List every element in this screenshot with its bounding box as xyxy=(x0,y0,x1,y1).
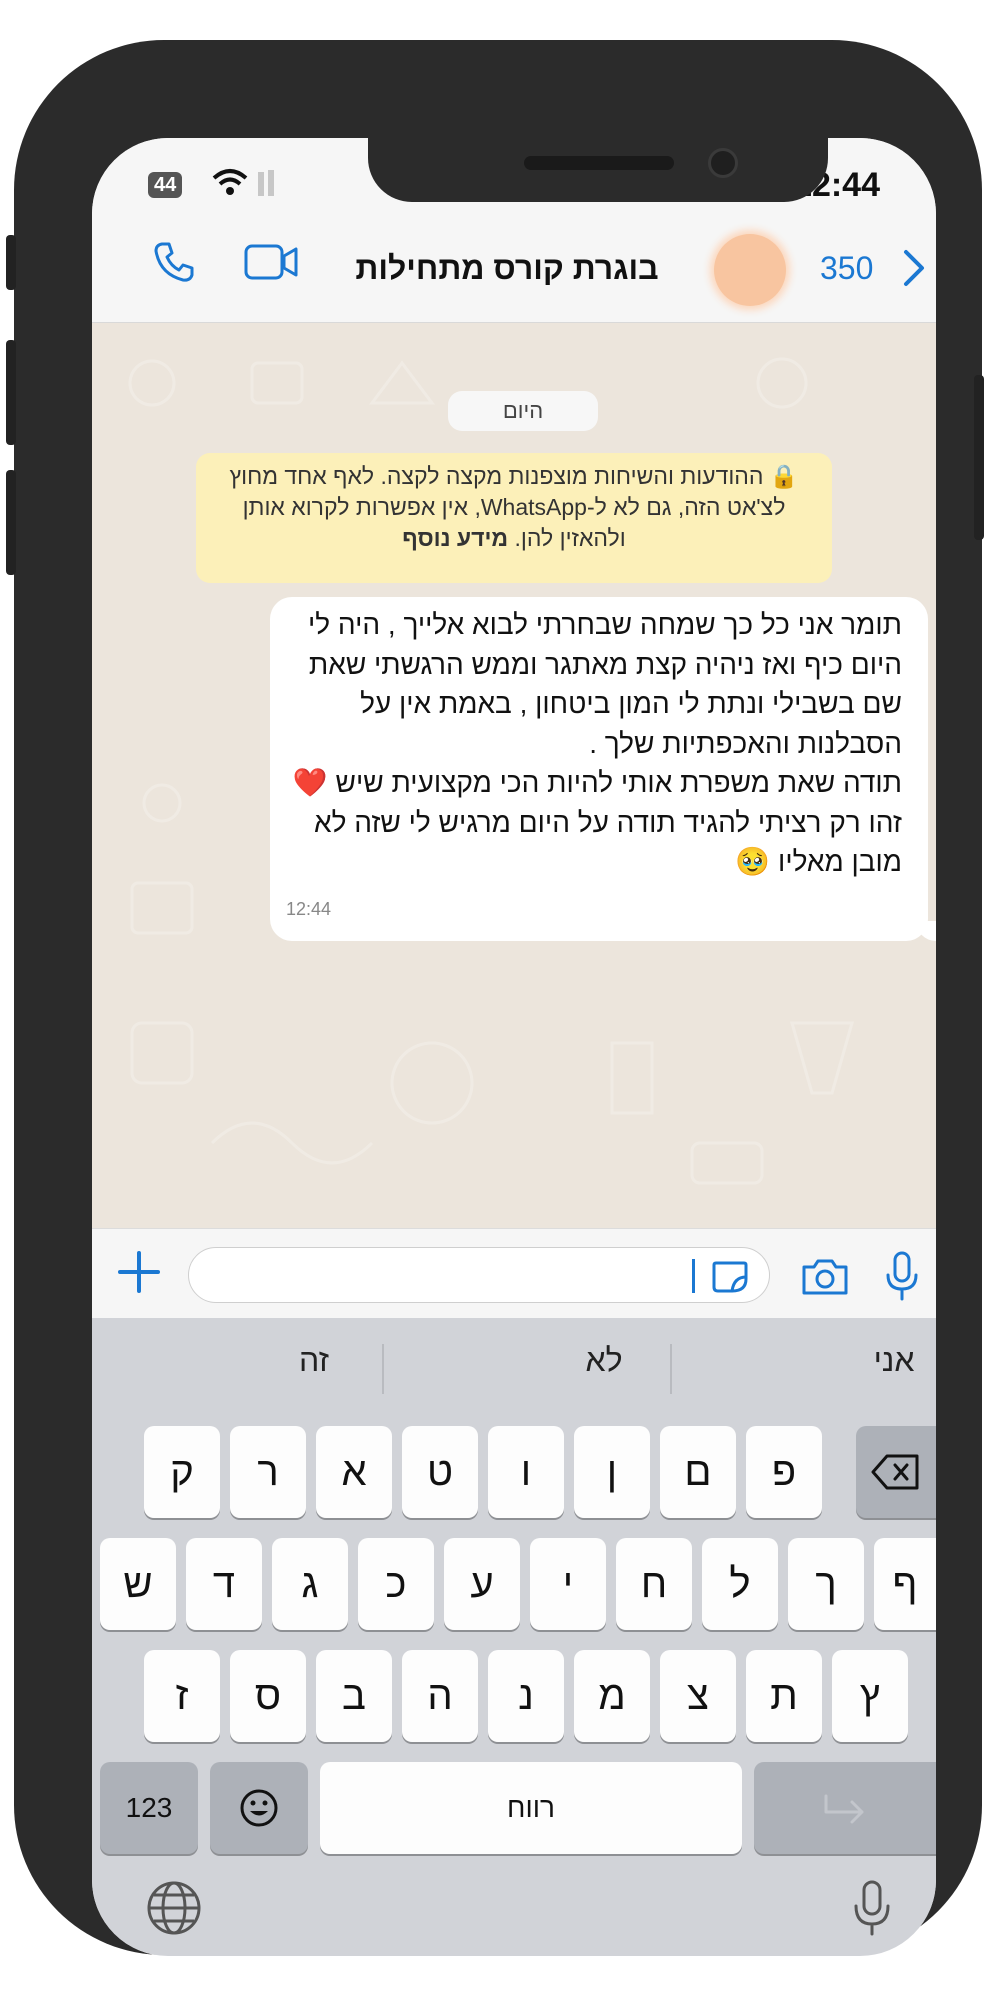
camera-icon[interactable] xyxy=(800,1257,850,1297)
wifi-icon xyxy=(212,169,248,195)
key[interactable]: צ xyxy=(660,1650,736,1742)
message-text: תומר אני כל כך שמחה שבחרתי לבוא אלייך , … xyxy=(292,609,902,877)
key[interactable]: ה xyxy=(402,1650,478,1742)
key[interactable]: ס xyxy=(230,1650,306,1742)
chat-title[interactable]: בוגרת קורס מתחילות xyxy=(342,250,672,287)
key[interactable]: ב xyxy=(316,1650,392,1742)
key[interactable]: פ xyxy=(746,1426,822,1518)
key[interactable]: מ xyxy=(574,1650,650,1742)
key[interactable]: ז xyxy=(144,1650,220,1742)
phone-frame: 44 12:44 בוגרת קורס מתחילות 350 היום 🔒 ה… xyxy=(6,40,984,1956)
key[interactable]: ץ xyxy=(832,1650,908,1742)
key[interactable]: ט xyxy=(402,1426,478,1518)
learn-more-link[interactable]: מידע נוסף xyxy=(402,525,508,551)
unread-count[interactable]: 350 xyxy=(820,250,873,287)
lock-icon: 🔒 xyxy=(769,463,799,489)
key[interactable]: ם xyxy=(660,1426,736,1518)
message-time: 12:44 xyxy=(286,898,332,919)
volume-up-button xyxy=(6,340,16,445)
key[interactable]: ף xyxy=(874,1538,936,1630)
suggestion-3[interactable]: זה xyxy=(174,1342,454,1379)
key[interactable]: ר xyxy=(230,1426,306,1518)
key[interactable]: ך xyxy=(788,1538,864,1630)
key[interactable]: ק xyxy=(144,1426,220,1518)
contact-avatar[interactable] xyxy=(714,234,786,306)
key[interactable]: ל xyxy=(702,1538,778,1630)
backspace-icon xyxy=(871,1454,919,1490)
message-input[interactable] xyxy=(188,1247,770,1303)
key[interactable]: ש xyxy=(100,1538,176,1630)
return-icon xyxy=(824,1794,864,1824)
incoming-message-bubble[interactable]: תומר אני כל כך שמחה שבחרתי לבוא אלייך , … xyxy=(270,597,936,941)
sticker-icon[interactable] xyxy=(710,1259,750,1295)
backspace-key[interactable] xyxy=(856,1426,936,1518)
key[interactable]: י xyxy=(530,1538,606,1630)
numbers-key[interactable]: 123 xyxy=(100,1762,198,1854)
battery-level: 44 xyxy=(148,172,183,198)
power-button xyxy=(974,375,984,540)
microphone-icon[interactable] xyxy=(884,1251,920,1301)
earpiece-speaker xyxy=(524,156,674,170)
key[interactable]: נ xyxy=(488,1650,564,1742)
key[interactable]: ד xyxy=(186,1538,262,1630)
encryption-notice-text: ההודעות והשיחות מוצפנות מקצה לקצה. לאף א… xyxy=(229,463,786,551)
key[interactable]: ע xyxy=(444,1538,520,1630)
predictive-suggestions: אני לא זה xyxy=(92,1318,936,1408)
volume-down-button xyxy=(6,470,16,575)
suggestion-2[interactable]: לא xyxy=(464,1342,744,1379)
return-key[interactable] xyxy=(754,1762,936,1854)
emoji-icon xyxy=(240,1789,278,1827)
keyboard: אני לא זה ק ר א ט ו ן ם פ ש ד ג כ ע י ח … xyxy=(92,1318,936,1956)
key[interactable]: ח xyxy=(616,1538,692,1630)
plus-icon[interactable] xyxy=(114,1247,164,1297)
emoji-key[interactable] xyxy=(210,1762,308,1854)
input-bar xyxy=(92,1228,936,1319)
suggestion-1[interactable]: אני xyxy=(754,1342,936,1379)
notch xyxy=(368,138,828,202)
chevron-right-icon[interactable] xyxy=(902,248,926,288)
key[interactable]: כ xyxy=(358,1538,434,1630)
front-camera xyxy=(708,148,738,178)
encryption-notice[interactable]: 🔒 ההודעות והשיחות מוצפנות מקצה לקצה. לאף… xyxy=(196,453,832,583)
date-chip: היום xyxy=(448,391,598,431)
mute-switch xyxy=(6,235,16,290)
key[interactable]: ו xyxy=(488,1426,564,1518)
signal-icon xyxy=(258,170,274,196)
chat-header: בוגרת קורס מתחילות 350 xyxy=(92,204,936,323)
screen: 44 12:44 בוגרת קורס מתחילות 350 היום 🔒 ה… xyxy=(92,138,936,1956)
globe-icon[interactable] xyxy=(146,1880,202,1936)
key[interactable]: א xyxy=(316,1426,392,1518)
chat-area[interactable]: היום 🔒 ההודעות והשיחות מוצפנות מקצה לקצה… xyxy=(92,323,936,1228)
text-cursor xyxy=(692,1259,695,1293)
phone-icon[interactable] xyxy=(152,240,196,284)
key[interactable]: ן xyxy=(574,1426,650,1518)
key[interactable]: ת xyxy=(746,1650,822,1742)
dictation-mic-icon[interactable] xyxy=(852,1880,892,1936)
space-key[interactable]: רווח xyxy=(320,1762,742,1854)
key[interactable]: ג xyxy=(272,1538,348,1630)
video-camera-icon[interactable] xyxy=(244,244,300,280)
